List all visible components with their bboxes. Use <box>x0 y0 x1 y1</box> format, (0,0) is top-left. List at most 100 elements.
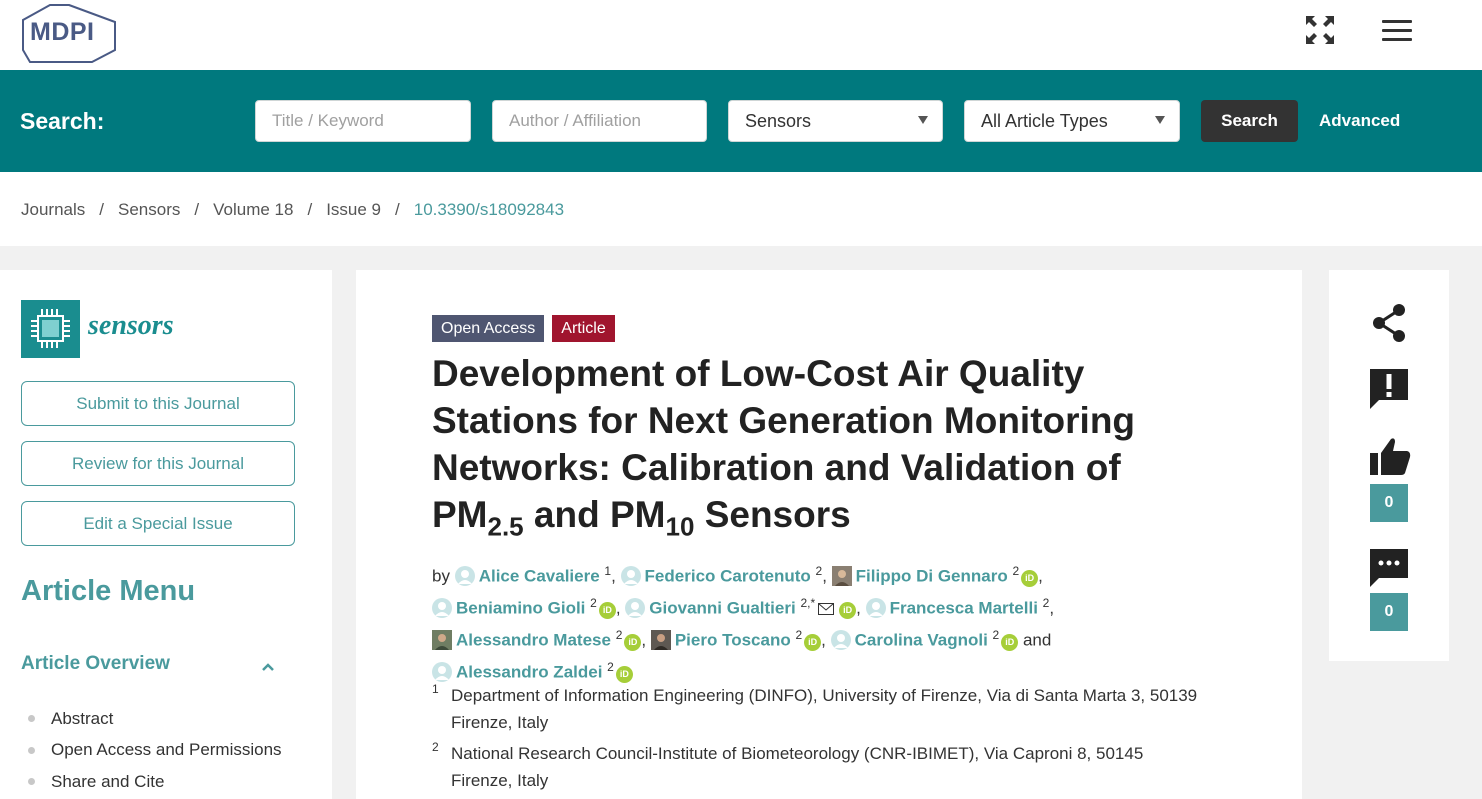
affiliation-number: 2 <box>432 740 439 754</box>
hamburger-menu-icon[interactable] <box>1382 20 1412 42</box>
breadcrumb-doi[interactable]: 10.3390/s18092843 <box>414 200 564 220</box>
title-line: Sensors <box>694 494 851 535</box>
author-avatar-icon <box>625 597 646 618</box>
title-line: Networks: Calibration and Validation of <box>432 447 1121 488</box>
open-access-badge: Open Access <box>432 315 545 342</box>
author-input[interactable] <box>492 100 707 142</box>
author-avatar-icon <box>865 597 886 618</box>
menu-item-abstract[interactable]: Abstract <box>28 703 282 735</box>
author-affiliation-number: 2 <box>615 628 623 643</box>
report-issue-icon[interactable] <box>1369 368 1409 410</box>
bullet-icon <box>28 746 35 754</box>
title-line: Stations for Next Generation Monitoring <box>432 400 1136 441</box>
author-link[interactable]: Alessandro Matese <box>456 631 611 650</box>
advanced-search-link[interactable]: Advanced <box>1319 111 1400 131</box>
edit-special-issue-button[interactable]: Edit a Special Issue <box>21 501 295 546</box>
mdpi-logo-text: MDPI <box>30 18 95 46</box>
top-header: MDPI <box>0 0 1482 70</box>
breadcrumb-separator: / <box>99 200 104 219</box>
author-link[interactable]: Carolina Vagnoli <box>855 631 988 650</box>
author-list: by Alice Cavaliere 1, Federico Carotenut… <box>432 564 1055 684</box>
affiliation-list: 1 Department of Information Engineering … <box>432 682 1202 798</box>
mdpi-logo[interactable]: MDPI <box>20 2 118 64</box>
journal-select[interactable]: Sensors <box>728 100 943 142</box>
breadcrumb-sensors[interactable]: Sensors <box>118 200 180 220</box>
menu-item-share-cite[interactable]: Share and Cite <box>28 766 282 798</box>
bullet-icon <box>28 715 35 723</box>
breadcrumb: Journals / Sensors / Volume 18 / Issue 9… <box>21 200 564 220</box>
by-label: by <box>432 566 450 586</box>
menu-item-label: Share and Cite <box>51 771 165 791</box>
author-affiliation-number: 2 <box>992 628 1000 643</box>
orcid-icon[interactable]: iD <box>615 666 633 684</box>
thumbs-up-icon[interactable] <box>1369 436 1411 478</box>
chevron-up-icon[interactable] <box>261 660 275 674</box>
breadcrumb-volume[interactable]: Volume 18 <box>213 200 293 220</box>
article-badges: Open Access Article <box>432 315 615 342</box>
sensors-chip-icon[interactable] <box>21 300 80 358</box>
author-link[interactable]: Alessandro Zaldei <box>456 663 602 682</box>
menu-item-label: Abstract <box>51 708 114 728</box>
orcid-icon[interactable]: iD <box>598 601 616 619</box>
like-count: 0 <box>1370 484 1408 522</box>
author-link[interactable]: Francesca Martelli <box>890 599 1038 618</box>
journal-select-value: Sensors <box>745 110 812 131</box>
orcid-icon[interactable]: iD <box>624 633 642 651</box>
and-label: and <box>1022 630 1052 650</box>
submit-journal-button[interactable]: Submit to this Journal <box>21 381 295 426</box>
orcid-icon[interactable]: iD <box>839 601 857 619</box>
fullscreen-icon[interactable] <box>1304 14 1336 46</box>
author-photo-icon <box>650 629 671 650</box>
review-journal-button[interactable]: Review for this Journal <box>21 441 295 486</box>
share-icon[interactable] <box>1369 302 1409 344</box>
caret-down-icon <box>918 116 928 124</box>
menu-item-label: Open Access and Permissions <box>51 740 282 760</box>
article-title: Development of Low-Cost Air Quality Stat… <box>432 350 1212 550</box>
article-overview-list: Abstract Open Access and Permissions Sha… <box>28 703 282 798</box>
bullet-icon <box>28 778 35 786</box>
title-line: Development of Low-Cost Air Quality <box>432 353 1085 394</box>
author-photo-icon <box>831 565 852 586</box>
orcid-icon[interactable]: iD <box>1021 569 1039 587</box>
title-subscript: 10 <box>665 511 695 542</box>
breadcrumb-issue[interactable]: Issue 9 <box>326 200 381 220</box>
breadcrumb-journals[interactable]: Journals <box>21 200 85 220</box>
author-link[interactable]: Beniamino Gioli <box>456 599 585 618</box>
orcid-icon[interactable]: iD <box>804 633 822 651</box>
affiliation-number: 1 <box>432 682 439 696</box>
menu-item-open-access[interactable]: Open Access and Permissions <box>28 735 282 767</box>
breadcrumb-separator: / <box>307 200 313 219</box>
article-type-badge: Article <box>552 315 615 342</box>
comment-icon[interactable] <box>1369 548 1409 588</box>
article-overview-toggle[interactable]: Article Overview <box>21 653 170 675</box>
author-avatar-icon <box>830 629 851 650</box>
author-affiliation-number: 2 <box>1042 596 1050 611</box>
author-affiliation-number: 2 <box>607 660 614 675</box>
author-avatar-icon <box>620 565 641 586</box>
affiliation-item: 1 Department of Information Engineering … <box>432 682 1202 736</box>
author-link[interactable]: Giovanni Gualtieri <box>649 599 795 618</box>
article-type-select[interactable]: All Article Types <box>964 100 1180 142</box>
author-link[interactable]: Filippo Di Gennaro <box>856 567 1008 586</box>
search-bar: Search: Sensors All Article Types Search… <box>0 70 1482 172</box>
author-affiliation-number: 2 <box>795 628 803 643</box>
email-icon[interactable] <box>818 602 835 615</box>
author-affiliation-number: 1 <box>604 564 612 578</box>
author-affiliation-number: 2 <box>815 564 823 578</box>
journal-name[interactable]: sensors <box>88 310 174 342</box>
author-avatar-icon <box>454 565 475 586</box>
affiliation-text: Department of Information Engineering (D… <box>451 686 1198 732</box>
author-affiliation-number: 2 <box>590 596 597 611</box>
search-button[interactable]: Search <box>1201 100 1298 142</box>
author-link[interactable]: Federico Carotenuto <box>645 567 811 586</box>
author-link[interactable]: Alice Cavaliere <box>479 567 600 586</box>
caret-down-icon <box>1155 116 1165 124</box>
article-main: Open Access Article Development of Low-C… <box>356 270 1302 799</box>
orcid-icon[interactable]: iD <box>1001 633 1019 651</box>
affiliation-item: 2 National Research Council-Institute of… <box>432 740 1202 794</box>
author-affiliation-number: 2,* <box>800 596 816 611</box>
keyword-input[interactable] <box>255 100 471 142</box>
title-line: PM <box>432 494 488 535</box>
breadcrumb-separator: / <box>194 200 200 219</box>
author-link[interactable]: Piero Toscano <box>675 631 791 650</box>
